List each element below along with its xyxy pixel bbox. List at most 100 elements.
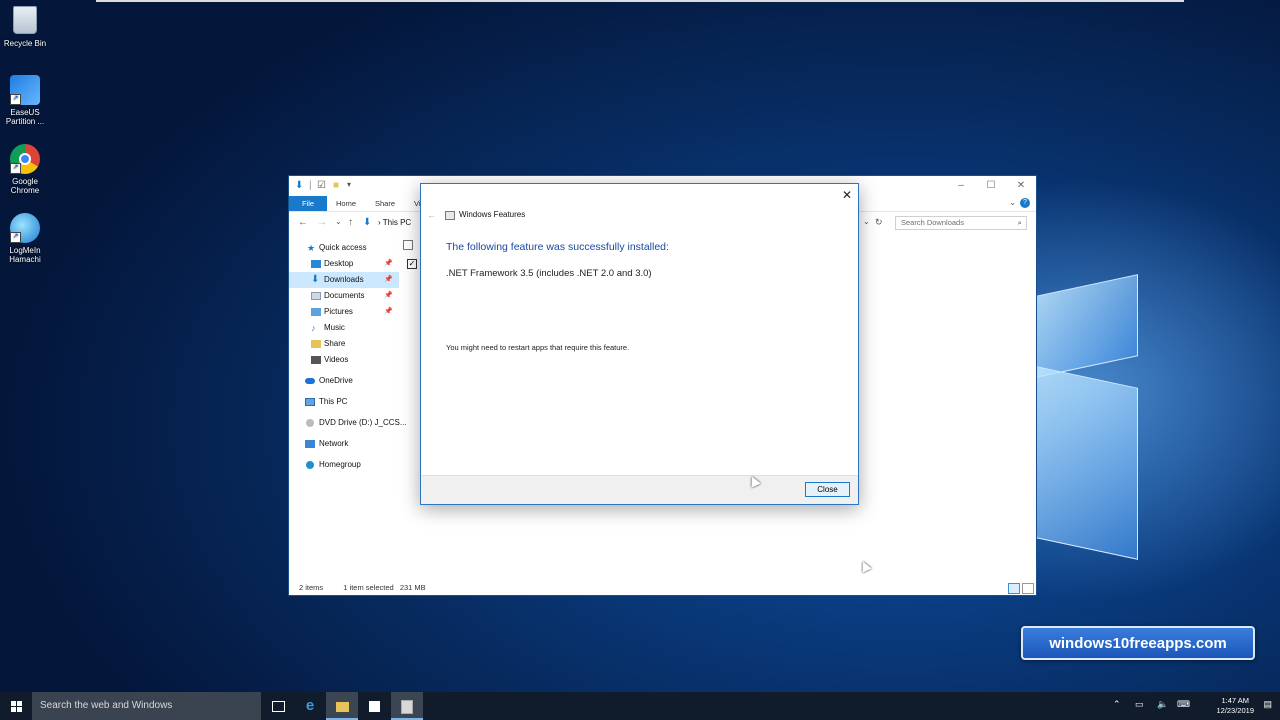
nav-downloads[interactable]: ⬇ Downloads 📌 <box>289 272 399 288</box>
row-checkbox-checked[interactable]: ✓ <box>407 259 417 269</box>
nav-network[interactable]: Network <box>289 436 399 452</box>
qat-dropdown-icon[interactable]: ▾ <box>347 180 351 189</box>
nav-homegroup[interactable]: Homegroup <box>289 457 399 473</box>
dialog-close-icon[interactable]: ✕ <box>840 188 854 202</box>
nav-this-pc[interactable]: This PC <box>289 394 399 410</box>
downloads-icon: ⬇ <box>311 274 320 285</box>
tab-share[interactable]: Share <box>375 196 395 211</box>
downloads-path-icon: ⬇ <box>363 217 372 228</box>
properties-icon[interactable]: ☑ <box>317 180 326 191</box>
logo-pane-bottom <box>1036 366 1138 560</box>
close-button[interactable]: Close <box>805 482 850 497</box>
desktop-icon-hamachi[interactable]: ↗ LogMeIn Hamachi <box>2 213 48 264</box>
nav-dvd-drive[interactable]: DVD Drive (D:) J_CCS... <box>289 415 407 431</box>
windows-features-icon <box>445 211 455 220</box>
help-icon[interactable]: ? <box>1020 198 1030 208</box>
file-explorer-taskbar-button[interactable] <box>326 692 358 720</box>
up-arrow-icon[interactable]: ↑ <box>348 217 353 228</box>
desktop-folder-icon <box>311 260 321 268</box>
window-controls: – ☐ ✕ <box>946 176 1036 196</box>
dvd-drive-icon <box>306 419 314 427</box>
edge-icon: e <box>305 697 315 714</box>
onedrive-cloud-icon <box>305 378 315 384</box>
nav-videos[interactable]: Videos <box>289 352 399 368</box>
music-icon: ♪ <box>311 323 316 333</box>
task-view-button[interactable] <box>262 692 294 720</box>
store-taskbar-button[interactable] <box>358 692 390 720</box>
dialog-back-arrow-icon[interactable]: ← <box>427 210 436 220</box>
show-hidden-icons-icon[interactable]: ⌃ <box>1113 699 1121 710</box>
edge-taskbar-button[interactable]: e <box>294 692 326 720</box>
store-icon <box>368 701 380 713</box>
forward-arrow-icon[interactable]: → <box>317 217 327 228</box>
maximize-icon[interactable]: ☐ <box>976 176 1006 196</box>
select-all-checkbox[interactable] <box>403 240 413 250</box>
pin-icon: 📌 <box>384 308 393 315</box>
nav-quick-access[interactable]: ★ Quick access <box>289 240 399 256</box>
refresh-icon[interactable]: ↻ <box>875 217 883 228</box>
search-icon: ⌕ <box>1017 218 1022 227</box>
minimize-icon[interactable]: – <box>946 176 976 196</box>
windows-features-taskbar-button[interactable] <box>391 692 423 720</box>
address-dropdown-icon[interactable]: ⌄ <box>863 217 870 226</box>
new-folder-icon[interactable]: ■ <box>333 180 339 191</box>
dialog-title: Windows Features <box>459 210 526 219</box>
back-arrow-icon[interactable]: ← <box>298 217 308 228</box>
navigation-pane: ★ Quick access Desktop 📌 ⬇ Downloads 📌 Docum… <box>289 240 407 473</box>
status-selected: 1 item selected <box>343 583 394 592</box>
desktop-icon-label: Google Chrome <box>10 177 40 195</box>
tab-home[interactable]: Home <box>336 196 356 211</box>
dialog-heading: The following feature was successfully i… <box>446 241 669 253</box>
clock-date: 12/23/2019 <box>1216 706 1254 715</box>
desktop-icon-easeus[interactable]: ↗ EaseUS Partition ... <box>2 75 48 126</box>
action-center-icon[interactable]: ▤ <box>1263 699 1272 710</box>
nav-documents[interactable]: Documents 📌 <box>289 288 399 304</box>
watermark-banner: windows10freeapps.com <box>1021 626 1255 660</box>
system-tray: ⌃ ▭ 🔈 ⌨ 1:47 AM 12/23/2019 ▤ <box>1110 692 1280 720</box>
restart-note: You might need to restart apps that requ… <box>446 343 630 352</box>
taskbar-clock[interactable]: 1:47 AM 12/23/2019 <box>1216 696 1254 716</box>
download-arrow-icon: ⬇ <box>295 180 304 191</box>
path-this-pc[interactable]: This PC <box>383 218 411 227</box>
network-icon[interactable]: ▭ <box>1135 699 1144 710</box>
windows-features-icon <box>401 699 413 714</box>
top-edge-bar <box>96 0 1184 2</box>
dialog-footer: Close <box>421 475 858 504</box>
shortcut-arrow-icon: ↗ <box>10 163 21 174</box>
status-size: 231 MB <box>399 583 426 592</box>
documents-icon <box>311 292 321 300</box>
homegroup-icon <box>306 461 314 469</box>
keyboard-icon[interactable]: ⌨ <box>1177 699 1190 710</box>
installed-feature-name: .NET Framework 3.5 (includes .NET 2.0 an… <box>446 268 652 279</box>
large-icons-view-icon[interactable] <box>1022 583 1034 594</box>
task-view-icon <box>271 701 285 713</box>
recycle-bin-icon <box>13 6 37 34</box>
file-explorer-icon <box>335 701 349 712</box>
tab-file[interactable]: File <box>289 196 327 211</box>
pin-icon: 📌 <box>384 276 393 283</box>
shortcut-arrow-icon: ↗ <box>10 232 21 243</box>
pin-icon: 📌 <box>384 292 393 299</box>
nav-desktop[interactable]: Desktop 📌 <box>289 256 399 272</box>
taskbar-search-box[interactable]: Search the web and Windows <box>32 692 261 720</box>
nav-music[interactable]: ♪ Music <box>289 320 399 336</box>
desktop-icon-label: LogMeIn Hamachi <box>9 246 41 264</box>
desktop-icon-recycle-bin[interactable]: Recycle Bin <box>2 6 48 48</box>
desktop-icon-chrome[interactable]: ↗ Google Chrome <box>2 144 48 195</box>
computer-icon <box>305 398 315 406</box>
nav-pictures[interactable]: Pictures 📌 <box>289 304 399 320</box>
pictures-icon <box>311 308 321 316</box>
recent-locations-icon[interactable]: ⌄ <box>335 217 342 226</box>
star-icon: ★ <box>307 243 316 253</box>
volume-icon[interactable]: 🔈 <box>1157 699 1168 710</box>
logo-pane-top <box>1036 274 1138 378</box>
windows-start-icon <box>10 700 22 712</box>
nav-onedrive[interactable]: OneDrive <box>289 373 399 389</box>
ribbon-expand-icon[interactable]: ⌄ <box>1009 198 1016 207</box>
start-button[interactable] <box>0 692 32 720</box>
nav-share[interactable]: Share <box>289 336 399 352</box>
close-icon[interactable]: ✕ <box>1006 176 1036 196</box>
details-view-icon[interactable] <box>1008 583 1020 594</box>
search-input[interactable]: Search Downloads ⌕ <box>895 216 1027 230</box>
shortcut-arrow-icon: ↗ <box>10 94 21 105</box>
